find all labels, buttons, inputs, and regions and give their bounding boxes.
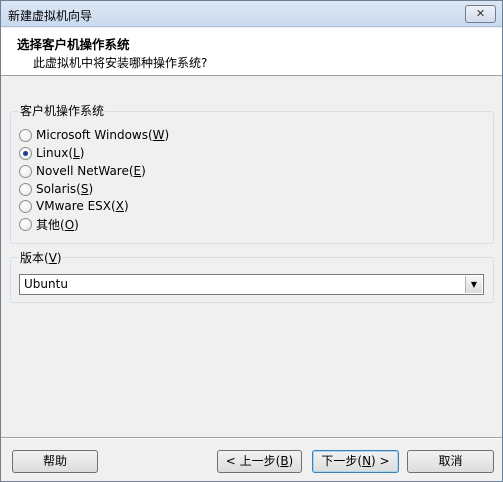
version-label: 版本(V) — [19, 249, 63, 266]
radio-option-windows[interactable]: Microsoft Windows(W) — [19, 127, 169, 143]
window-title: 新建虚拟机向导 — [8, 9, 93, 23]
radio-label: Microsoft Windows(W) — [36, 128, 170, 142]
close-button[interactable]: ✕ — [465, 5, 496, 23]
radio-button[interactable] — [19, 146, 32, 160]
radio-option-netware[interactable]: Novell NetWare(E) — [19, 163, 146, 179]
page-title: 选择客户机操作系统 — [17, 37, 130, 52]
page-subtitle: 此虚拟机中将安装哪种操作系统? — [33, 56, 208, 70]
next-button[interactable]: 下一步(N) > — [312, 450, 399, 473]
close-icon: ✕ — [475, 7, 486, 20]
radio-button[interactable] — [19, 199, 32, 213]
radio-label: 其他(O) — [36, 217, 79, 232]
radio-option-esx[interactable]: VMware ESX(X) — [19, 198, 129, 214]
version-selected-value: Ubuntu — [24, 277, 68, 291]
guest-os-group-label: 客户机操作系统 — [19, 102, 106, 119]
chevron-down-icon[interactable]: ▼ — [465, 276, 482, 293]
radio-option-solaris[interactable]: Solaris(S) — [19, 181, 93, 197]
radio-label: VMware ESX(X) — [36, 199, 129, 213]
wizard-window: 新建虚拟机向导 ✕ 选择客户机操作系统 此虚拟机中将安装哪种操作系统? 客户机操… — [0, 0, 503, 482]
title-bar: 新建虚拟机向导 ✕ — [1, 1, 502, 27]
radio-option-other[interactable]: 其他(O) — [19, 216, 79, 232]
cancel-button[interactable]: 取消 — [407, 450, 494, 473]
help-button[interactable]: 帮助 — [12, 450, 98, 473]
radio-label: Linux(L) — [36, 146, 85, 160]
radio-button[interactable] — [19, 182, 32, 196]
radio-label: Novell NetWare(E) — [36, 164, 146, 178]
wizard-header: 选择客户机操作系统 此虚拟机中将安装哪种操作系统? — [1, 28, 502, 76]
footer-divider — [1, 437, 502, 439]
radio-option-linux[interactable]: Linux(L) — [19, 145, 84, 161]
radio-button[interactable] — [19, 164, 32, 178]
version-select[interactable]: Ubuntu ▼ — [19, 274, 484, 295]
radio-button[interactable] — [19, 217, 32, 231]
radio-button[interactable] — [19, 128, 32, 142]
radio-label: Solaris(S) — [36, 182, 94, 196]
back-button[interactable]: < 上一步(B) — [217, 450, 302, 473]
